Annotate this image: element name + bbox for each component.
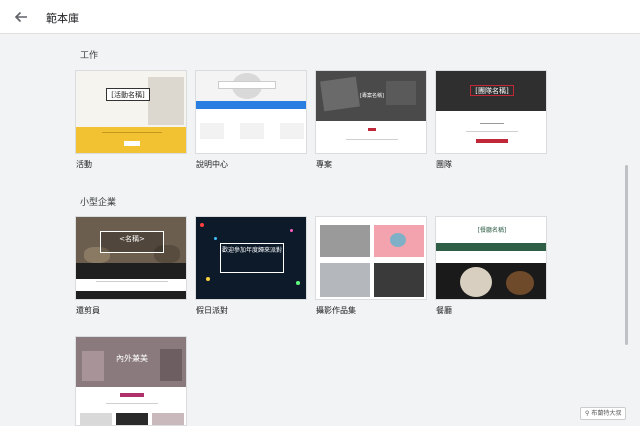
template-label: 餐廳	[436, 306, 452, 315]
preview-title: [餐廳名稱]	[477, 227, 507, 234]
template-thumbnail: [活動名稱]	[75, 70, 187, 154]
preview-title: 歡迎參加年度歸來派對	[221, 247, 282, 254]
watermark-badge: ⚲ 布蘭特大叔	[580, 407, 627, 420]
template-thumbnail: [團隊名稱]	[435, 70, 547, 154]
template-label: 專案	[316, 160, 332, 169]
scrollbar-thumb[interactable]	[625, 165, 628, 345]
watermark-text: 布蘭特大叔	[591, 410, 622, 417]
template-thumbnail: [餐廳名稱]	[435, 216, 547, 300]
preview-title: [專案名稱]	[360, 93, 384, 99]
template-thumbnail: <名稱>	[75, 216, 187, 300]
preview-title: [團隊名稱]	[475, 87, 509, 95]
section-title-work: 工作	[80, 51, 99, 61]
page-title: 範本庫	[46, 12, 79, 25]
section-title-small-business: 小型企業	[80, 198, 117, 208]
template-label: 還剪員	[76, 306, 100, 315]
back-arrow-icon[interactable]	[12, 8, 30, 26]
template-label: 攝影作品集	[316, 306, 356, 315]
template-label: 說明中心	[196, 160, 228, 169]
template-thumbnail	[315, 216, 427, 300]
template-thumbnail	[195, 70, 307, 154]
template-label: 活動	[76, 160, 92, 169]
template-thumbnail: 歡迎參加年度歸來派對	[195, 216, 307, 300]
template-label: 假日派對	[196, 306, 228, 315]
template-thumbnail: 內外兼美	[75, 336, 187, 426]
top-bar: 範本庫	[0, 0, 640, 34]
preview-title: [活動名稱]	[111, 91, 145, 99]
template-thumbnail: [專案名稱]	[315, 70, 427, 154]
preview-title: 內外兼美	[116, 354, 148, 363]
preview-title: <名稱>	[119, 235, 145, 243]
template-label: 團隊	[436, 160, 452, 169]
